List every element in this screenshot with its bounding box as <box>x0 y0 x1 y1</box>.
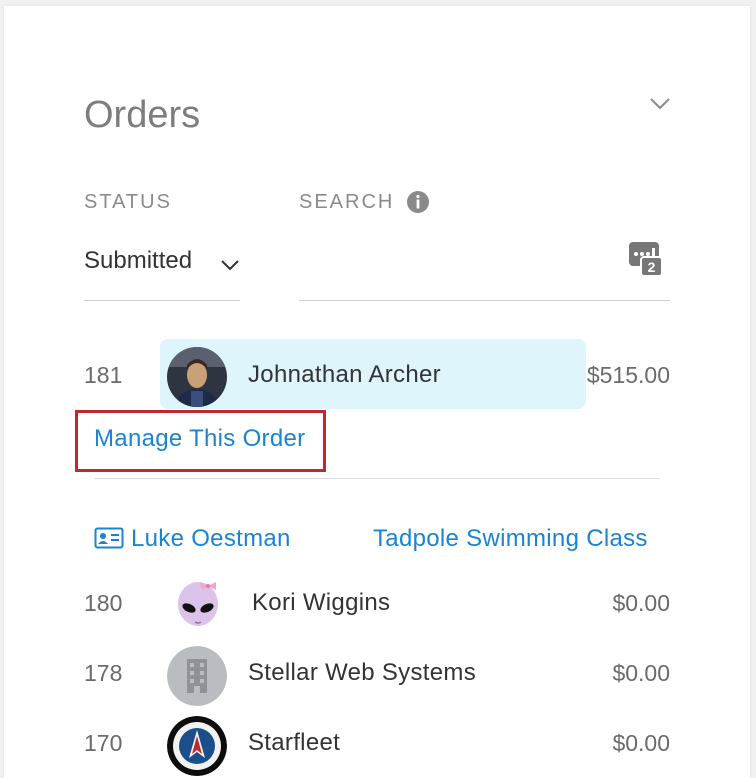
customer-name: Stellar Web Systems <box>248 659 476 686</box>
customer-name: Johnathan Archer <box>248 361 441 388</box>
person-avatar <box>167 347 227 407</box>
chevron-down-icon[interactable] <box>648 94 672 114</box>
starfleet-logo-avatar <box>167 716 227 776</box>
status-selected-value: Submitted <box>84 247 193 274</box>
alien-avatar <box>178 582 218 626</box>
order-amount: $515.00 <box>586 362 670 388</box>
svg-text:2: 2 <box>648 259 656 275</box>
search-input[interactable] <box>299 244 613 286</box>
item-link[interactable]: Tadpole Swimming Class <box>373 525 648 553</box>
order-amount: $0.00 <box>612 660 670 686</box>
manage-order-link[interactable]: Manage This Order <box>94 425 305 453</box>
order-number: 170 <box>84 730 123 756</box>
contact-card-icon <box>94 527 124 549</box>
contact-link[interactable]: Luke Oestman <box>131 525 291 553</box>
chevron-down-icon <box>221 260 239 271</box>
order-number: 181 <box>84 362 123 388</box>
info-icon[interactable] <box>406 190 430 214</box>
building-avatar <box>167 646 227 706</box>
customer-name: Kori Wiggins <box>252 589 391 616</box>
order-number: 180 <box>84 590 123 616</box>
search-field: 2 <box>299 242 670 301</box>
status-label: STATUS <box>84 191 172 213</box>
search-label: SEARCH <box>299 191 395 213</box>
order-amount: $0.00 <box>612 590 670 616</box>
divider <box>94 478 660 479</box>
password-manager-icon[interactable]: 2 <box>628 240 664 280</box>
status-dropdown[interactable]: Submitted <box>84 244 240 301</box>
order-number: 178 <box>84 660 123 686</box>
panel-title: Orders <box>84 94 201 136</box>
order-amount: $0.00 <box>612 730 670 756</box>
customer-name: Starfleet <box>248 729 341 756</box>
